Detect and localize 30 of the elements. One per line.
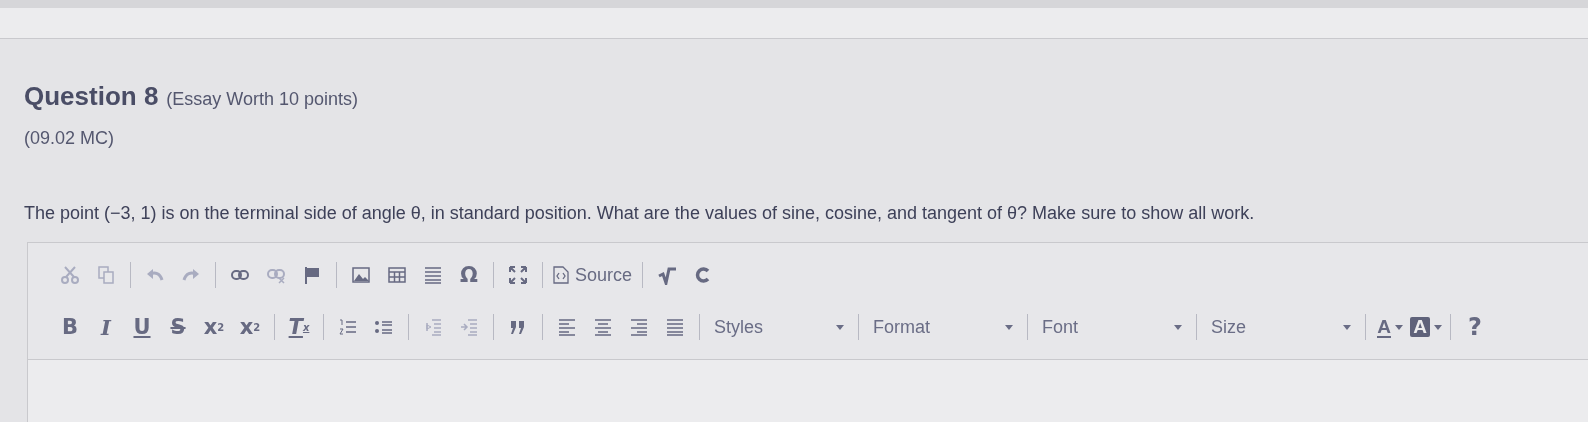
dropdown[interactable]: Font: [1034, 316, 1190, 338]
help-button[interactable]: ?: [1457, 314, 1493, 340]
format-button[interactable]: x$^{2}$: [232, 314, 268, 340]
format-button[interactable]: B: [52, 314, 88, 340]
document-code-icon: [553, 266, 569, 284]
justify-icon[interactable]: [665, 317, 685, 337]
question-worth: (Essay Worth 10 points): [166, 89, 359, 110]
format-button[interactable]: S: [160, 314, 196, 340]
table-icon[interactable]: [387, 265, 407, 285]
square-root-icon[interactable]: [657, 265, 678, 285]
align-center-icon[interactable]: [593, 317, 613, 337]
align-left-icon[interactable]: [557, 317, 577, 337]
question-code: (09.02 MC): [24, 128, 116, 149]
source-button[interactable]: Source: [549, 262, 637, 288]
format-button[interactable]: Ω: [451, 262, 487, 288]
dropdown[interactable]: Format: [865, 316, 1021, 338]
text-color-button[interactable]: A: [1372, 314, 1408, 340]
dropdown[interactable]: Styles: [706, 316, 852, 338]
numbered-list-icon[interactable]: [338, 317, 358, 337]
align-right-icon[interactable]: [629, 317, 649, 337]
background-color-button[interactable]: A: [1408, 314, 1444, 340]
format-button[interactable]: U: [124, 314, 160, 340]
format-button[interactable]: I: [88, 314, 124, 340]
image-icon[interactable]: [351, 265, 371, 285]
maximize-icon[interactable]: [508, 265, 528, 285]
dropdown[interactable]: Size: [1203, 316, 1359, 338]
question-title: Question 8: [24, 81, 159, 112]
flag-icon[interactable]: [302, 265, 322, 285]
question-prompt: The point (−3, 1) is on the terminal side of angle θ, in standard position. What are the values of sine, cosine, and tangent of θ? Make sure to show all work.: [24, 203, 1256, 224]
horizontal-lines-icon[interactable]: [423, 265, 443, 285]
